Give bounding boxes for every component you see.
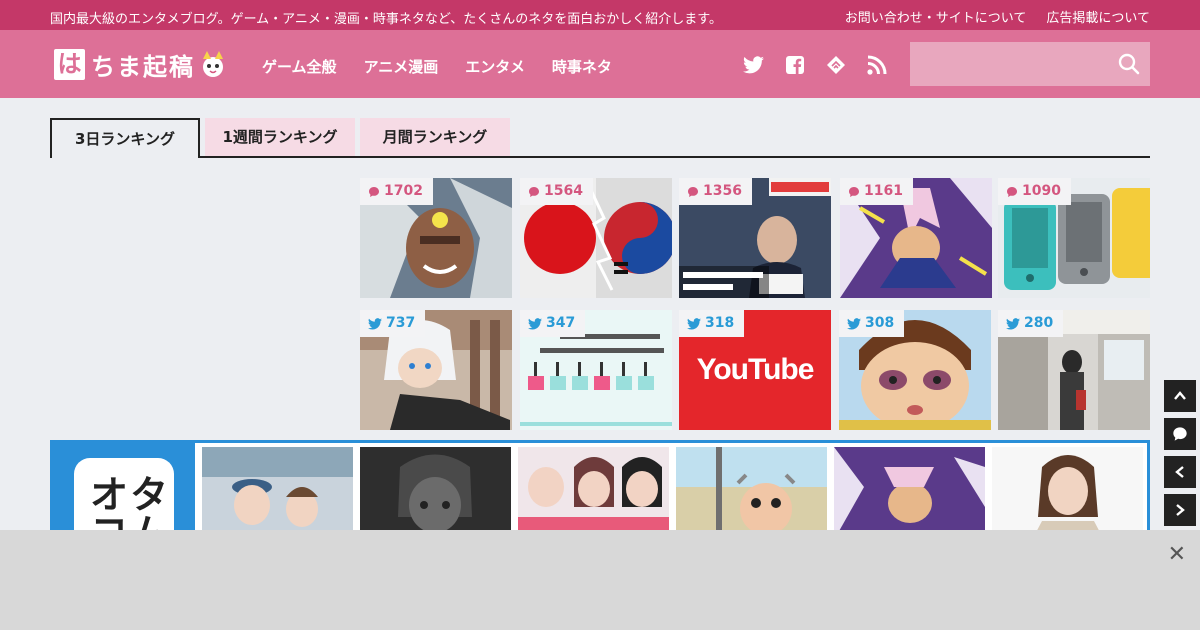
chevron-right-icon	[1176, 504, 1185, 516]
close-icon[interactable]: ✕	[1168, 542, 1186, 567]
feed-thumbnail[interactable]	[992, 447, 1143, 540]
comment-count: 1161	[864, 183, 903, 199]
search-input[interactable]	[910, 42, 1100, 86]
twitter-bird-icon	[847, 317, 861, 330]
ranking-item[interactable]: 737	[360, 310, 512, 430]
tweet-count: 347	[546, 315, 576, 331]
youtube-wordmark: YouTube	[696, 353, 815, 386]
site-logo[interactable]: は ちま起稿	[54, 47, 227, 82]
ranking-item[interactable]: 1090	[998, 178, 1150, 298]
social-links	[742, 53, 888, 76]
ranking-item[interactable]: 280	[998, 310, 1150, 430]
tab-monthly-ranking[interactable]: 月間ランキング	[360, 118, 510, 156]
chevron-up-icon	[1174, 391, 1186, 400]
feed-thumbnail[interactable]	[676, 447, 827, 540]
site-tagline: 国内最大級のエンタメブログ。ゲーム・アニメ・漫画・時事ネタなど、たくさんのネタを…	[50, 12, 722, 27]
tweet-count-badge: 308	[839, 310, 905, 337]
nav-anime-manga[interactable]: アニメ漫画	[364, 56, 439, 77]
comment-count: 1702	[384, 183, 423, 199]
tweet-count-badge: 318	[679, 310, 745, 337]
ranking-tabs: 3日ランキング 1週間ランキング 月間ランキング	[50, 118, 1150, 158]
mascot-icon	[203, 50, 223, 77]
twitter-bird-icon	[528, 317, 542, 330]
comments-button[interactable]	[1164, 418, 1196, 450]
logo-text: ちま起稿	[91, 53, 195, 81]
ranking-item[interactable]: 1564	[520, 178, 672, 298]
ranking-item[interactable]: YouTube 318	[679, 310, 831, 430]
logo-box: は	[54, 49, 85, 80]
nav-entertainment[interactable]: エンタメ	[465, 56, 525, 77]
nav-current-events[interactable]: 時事ネタ	[552, 56, 612, 77]
feed-thumbnail[interactable]	[834, 447, 985, 540]
twitter-bird-icon	[368, 317, 382, 330]
comment-count: 1564	[544, 183, 583, 199]
tweet-count-badge: 347	[520, 310, 586, 337]
feed-thumbnail[interactable]	[202, 447, 353, 540]
comment-icon	[369, 186, 379, 197]
tweet-count-badge: 280	[998, 310, 1064, 337]
tweet-count: 318	[705, 315, 735, 331]
ad-overlay-bar: ✕	[0, 530, 1200, 630]
comment-count: 1090	[1022, 183, 1061, 199]
feed-thumbnail[interactable]	[518, 447, 669, 540]
feedly-icon[interactable]	[824, 53, 847, 76]
comment-icon	[1007, 186, 1017, 197]
tweet-count: 280	[1024, 315, 1054, 331]
search-box	[910, 42, 1150, 86]
comment-count-badge: 1356	[679, 178, 752, 205]
comment-count-badge: 1161	[840, 178, 913, 205]
nav-games[interactable]: ゲーム全般	[262, 56, 337, 77]
comment-icon	[849, 186, 859, 197]
comment-count-badge: 1702	[360, 178, 433, 205]
ranking-item[interactable]: 347	[520, 310, 672, 430]
chevron-left-icon	[1175, 466, 1184, 478]
comment-count: 1356	[703, 183, 742, 199]
search-icon[interactable]	[1118, 53, 1140, 75]
twitter-bird-icon	[1006, 317, 1020, 330]
facebook-icon[interactable]	[783, 53, 806, 76]
comment-icon	[1173, 427, 1187, 441]
ranking-item[interactable]: 308	[839, 310, 991, 430]
ranking-item[interactable]: 1161	[840, 178, 992, 298]
tab-weekly-ranking[interactable]: 1週間ランキング	[205, 118, 355, 156]
previous-button[interactable]	[1164, 456, 1196, 488]
feed-thumbnail[interactable]	[360, 447, 511, 540]
tweet-count: 737	[386, 315, 416, 331]
main-nav: ゲーム全般 アニメ漫画 エンタメ 時事ネタ	[262, 56, 612, 77]
comment-count-badge: 1090	[998, 178, 1071, 205]
comment-icon	[688, 186, 698, 197]
scroll-top-button[interactable]	[1164, 380, 1196, 412]
comment-count-badge: 1564	[520, 178, 593, 205]
twitter-bird-icon	[687, 317, 701, 330]
top-links: お問い合わせ・サイトについて 広告掲載について	[845, 7, 1150, 26]
advertising-link[interactable]: 広告掲載について	[1046, 7, 1150, 26]
twitter-icon[interactable]	[742, 53, 765, 76]
site-header: は ちま起稿 ゲーム全般 アニメ漫画 エンタメ 時事ネタ	[0, 30, 1200, 98]
tweet-count: 308	[865, 315, 895, 331]
tweet-count-badge: 737	[360, 310, 426, 337]
ranking-item[interactable]: 1356	[679, 178, 831, 298]
top-bar: 国内最大級のエンタメブログ。ゲーム・アニメ・漫画・時事ネタなど、たくさんのネタを…	[0, 0, 1200, 30]
otacom-banner: オタコム	[50, 440, 1150, 558]
contact-link[interactable]: お問い合わせ・サイトについて	[845, 7, 1027, 26]
rss-icon[interactable]	[865, 53, 888, 76]
tab-3day-ranking[interactable]: 3日ランキング	[50, 118, 200, 158]
next-button[interactable]	[1164, 494, 1196, 526]
otacom-feed	[195, 443, 1147, 540]
comment-icon	[529, 186, 539, 197]
ranking-item[interactable]: 1702	[360, 178, 512, 298]
